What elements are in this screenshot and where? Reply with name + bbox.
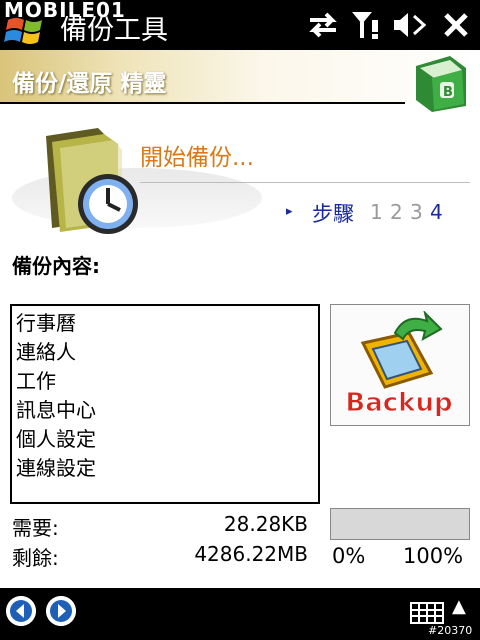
list-item[interactable]: 行事曆 — [16, 309, 76, 338]
pda-backup-icon: Backup — [345, 311, 453, 419]
backup-items-list[interactable]: 行事曆 連絡人 工作 訊息中心 個人設定 連線設定 — [10, 304, 320, 504]
progress-bar — [330, 508, 470, 540]
list-item[interactable]: 連線設定 — [16, 454, 96, 483]
status-divider — [140, 182, 470, 183]
status-text: 開始備份... — [140, 145, 254, 171]
remaining-value: 4286.22MB — [194, 542, 308, 566]
backup-label: Backup — [345, 388, 452, 418]
step-2: 2 — [390, 200, 403, 224]
image-id: #20370 — [428, 624, 473, 637]
step-arrow-icon: ▸ — [286, 204, 293, 219]
input-menu-caret-icon[interactable]: ▲ — [452, 596, 466, 617]
keyboard-icon[interactable] — [410, 602, 444, 624]
list-item[interactable]: 工作 — [16, 367, 56, 396]
forward-circle-icon[interactable] — [46, 596, 76, 626]
step-1: 1 — [370, 200, 383, 224]
backup-button[interactable]: Backup — [330, 304, 470, 426]
header-divider — [0, 102, 405, 104]
step-label: 步驟 — [312, 202, 354, 226]
app-title: 備份工具 — [60, 15, 168, 46]
back-circle-icon[interactable] — [6, 596, 36, 626]
header-title: 備份/還原 精靈 — [12, 71, 167, 97]
signal-alert-icon[interactable] — [350, 10, 384, 40]
backup-folder-clock-icon — [46, 128, 138, 234]
remaining-label: 剩餘: — [12, 546, 59, 570]
content-label: 備份內容: — [12, 254, 100, 278]
green-book-icon: B — [416, 56, 466, 112]
progress-min-label: 0% — [332, 544, 366, 568]
svg-text:B: B — [443, 85, 453, 100]
list-item[interactable]: 連絡人 — [16, 338, 76, 367]
sync-arrows-icon[interactable] — [306, 10, 340, 40]
speaker-mute-icon[interactable] — [392, 10, 426, 40]
close-icon[interactable] — [442, 10, 470, 40]
step-3: 3 — [410, 200, 423, 224]
step-4-current: 4 — [430, 200, 443, 224]
list-item[interactable]: 訊息中心 — [16, 396, 96, 425]
list-item[interactable]: 個人設定 — [16, 425, 96, 454]
required-value: 28.28KB — [223, 512, 308, 536]
progress-max-label: 100% — [403, 544, 464, 568]
required-label: 需要: — [12, 516, 59, 540]
